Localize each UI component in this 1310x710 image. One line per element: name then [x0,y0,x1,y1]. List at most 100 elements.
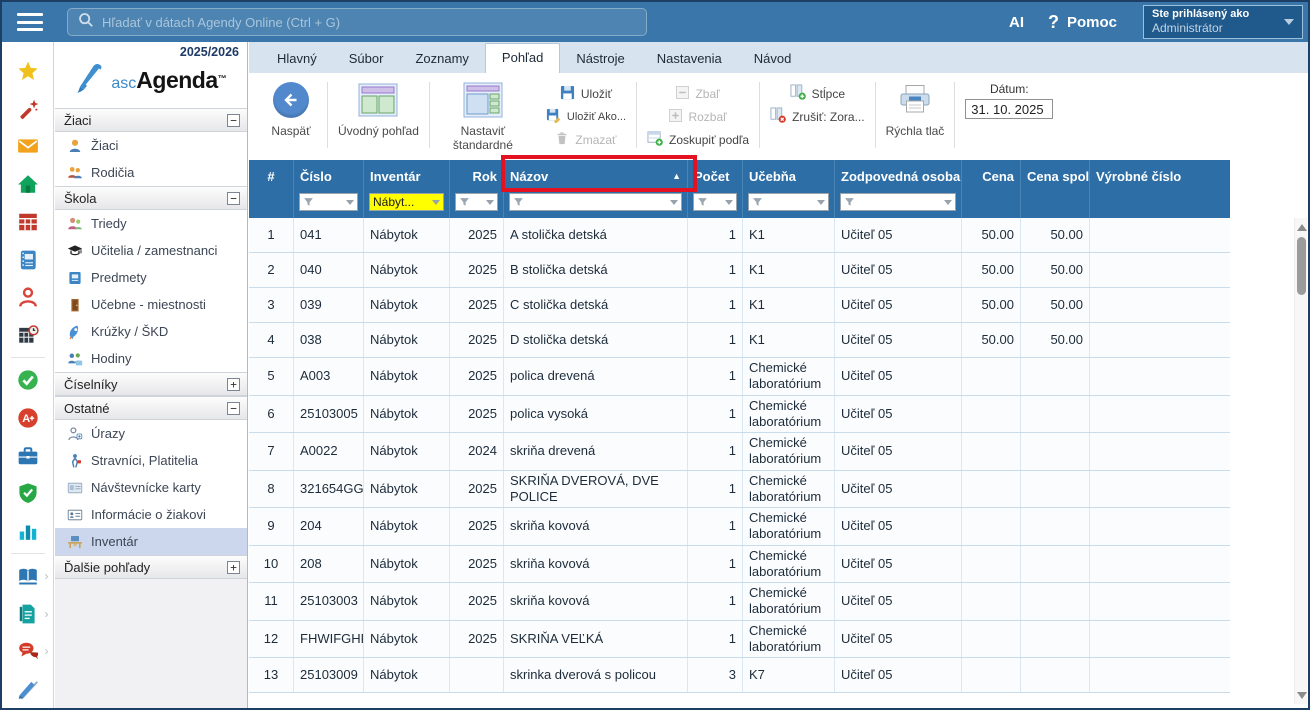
back-button[interactable]: Naspäť [255,76,327,160]
section-toggle-icon[interactable]: − [227,402,240,415]
sidebar-item-rodicia[interactable]: Rodičia [55,159,247,186]
column-header-cislo[interactable]: Číslo [294,160,364,192]
sidebar-section-ziaci[interactable]: Žiaci− [55,108,247,132]
column-header-cena[interactable]: Cena [962,160,1021,192]
tab-nastavenia[interactable]: Nastavenia [641,45,738,73]
tab-hlavny[interactable]: Hlavný [261,45,333,73]
save-button[interactable]: Uložiť [560,84,612,103]
home-icon[interactable] [17,165,39,203]
scrollbar-thumb[interactable] [1297,237,1306,295]
column-header-rok[interactable]: Rok [450,160,504,192]
table-row[interactable]: 2040Nábytok2025B stolička detská1K1Učite… [249,253,1230,288]
filter-ucebna[interactable] [748,193,829,211]
save-as-button[interactable]: Uložiť Ako... [546,107,626,126]
column-header-vyrobne-cislo[interactable]: Výrobné číslo [1090,160,1230,192]
library-icon[interactable]: › [17,557,39,595]
section-toggle-icon[interactable]: + [227,378,240,391]
filter-nazov[interactable] [509,193,682,211]
column-header-cena-spolu[interactable]: Cena spolu [1021,160,1090,192]
document-icon[interactable]: › [17,595,39,633]
shield-icon[interactable] [17,474,39,512]
check-circle-icon[interactable] [17,361,39,399]
sidebar-item-informacie-o-ziakovi[interactable]: Informácie o žiakovi [55,501,247,528]
row-number: 4 [249,323,294,357]
sidebar-section-skola[interactable]: Škola− [55,186,247,210]
group-by-button[interactable]: Zoskupiť podľa [647,130,749,149]
table-row[interactable]: 4038Nábytok2025D stolička detská1K1Učite… [249,323,1230,358]
user-menu[interactable]: Ste prihlásený ako Administrátor [1143,5,1303,39]
notebook-icon[interactable] [17,241,39,279]
filter-cislo[interactable] [299,193,358,211]
sidebar-item-kruzky-skd[interactable]: Krúžky / ŠKD [55,318,247,345]
columns-remove-icon [770,107,786,126]
sidebar-section-ostatne[interactable]: Ostatné− [55,396,247,420]
home-view-button[interactable]: Úvodný pohľad [328,76,429,160]
column-header-[interactable]: # [249,160,294,192]
tab-subor[interactable]: Súbor [333,45,400,73]
table-row[interactable]: 7A0022Nábytok2024skriňa drevená1Chemické… [249,433,1230,471]
wand-icon[interactable] [17,90,39,128]
vertical-scrollbar[interactable] [1294,218,1307,704]
ai-button[interactable]: AI [1009,14,1024,31]
chart-icon[interactable] [17,512,39,550]
person-icon[interactable] [17,279,39,317]
sidebar-item-stravnici-platitelia[interactable]: Stravníci, Platitelia [55,447,247,474]
table-row[interactable]: 8321654GGCNábytok2025SKRIŇA DVEROVÁ, DVE… [249,471,1230,509]
quick-print-button[interactable]: Rýchla tlač [876,76,955,160]
tab-navod[interactable]: Návod [738,45,808,73]
column-header-inventar[interactable]: Inventár [364,160,450,192]
date-input[interactable] [965,99,1053,119]
table-row[interactable]: 625103005Nábytok2025polica vysoká1Chemic… [249,396,1230,434]
briefcase-icon[interactable] [17,437,39,475]
sidebar-item-hodiny[interactable]: Hodiny [55,345,247,372]
cancel-sort-button[interactable]: Zrušiť: Zora... [770,107,865,126]
search-input[interactable] [102,15,636,30]
hamburger-menu-icon[interactable] [17,13,43,31]
sidebar-item-predmety[interactable]: Predmety [55,264,247,291]
section-toggle-icon[interactable]: − [227,192,240,205]
filter-inventar[interactable]: Nábyt... [369,193,444,211]
calendar-icon[interactable] [17,203,39,241]
column-header-ucebna[interactable]: Učebňa [743,160,835,192]
tab-zoznamy[interactable]: Zoznamy [399,45,484,73]
table-row[interactable]: 5A003Nábytok2025polica drevená1Chemické … [249,358,1230,396]
column-header-pocet[interactable]: Počet [688,160,743,192]
filter-rok[interactable] [455,193,498,211]
section-toggle-icon[interactable]: + [227,561,240,574]
table-row[interactable]: 12FHWIFGHFNábytok2025SKRIŇA VEĽKÁ1Chemic… [249,621,1230,659]
sidebar-item-navstevnicke-karty[interactable]: Návštevnícke karty [55,474,247,501]
tab-nastroje[interactable]: Nástroje [560,45,640,73]
table-row[interactable]: 1325103009Nábytokskrinka dverová s polic… [249,658,1230,693]
grade-icon[interactable]: A [17,399,39,437]
table-row[interactable]: 3039Nábytok2025C stolička detská1K1Učite… [249,288,1230,323]
set-standard-button[interactable]: Nastaviť štandardné [430,76,536,160]
sidebar-section-ciselniky[interactable]: Číselníky+ [55,372,247,396]
table-row[interactable]: 1125103003Nábytok2025skriňa kovová1Chemi… [249,583,1230,621]
section-toggle-icon[interactable]: − [227,114,240,127]
mail-icon[interactable] [17,128,39,166]
sidebar-item-triedy[interactable]: Triedy [55,210,247,237]
help-button[interactable]: ? Pomoc [1048,12,1117,33]
table-row[interactable]: 9204Nábytok2025skriňa kovová1Chemické la… [249,508,1230,546]
tab-pohlad[interactable]: Pohľad [485,43,560,73]
scroll-down-arrow[interactable] [1295,688,1308,702]
table-row[interactable]: 1041Nábytok2025A stolička detská1K1Učite… [249,218,1230,253]
sidebar-item-ucebne-miestnosti[interactable]: Učebne - miestnosti [55,291,247,318]
table-row[interactable]: 10208Nábytok2025skriňa kovová1Chemické l… [249,546,1230,584]
columns-button[interactable]: Stĺpce [790,84,845,103]
column-header-zodpovedna-osoba[interactable]: Zodpovedná osoba [835,160,962,192]
column-header-nazov[interactable]: Názov▲ [504,160,688,192]
sidebar-section-dalsie-pohlady[interactable]: Ďalšie pohľady+ [55,555,247,579]
chat-icon[interactable]: › [17,632,39,670]
star-icon[interactable] [17,52,39,90]
scroll-up-arrow[interactable] [1295,220,1308,234]
sidebar-item-ucitelia-zamestnanci[interactable]: Učitelia / zamestnanci [55,237,247,264]
sidebar-item-inventar[interactable]: Inventár [55,528,247,555]
schedule-icon[interactable] [17,316,39,354]
sidebar-item-urazy[interactable]: Úrazy [55,420,247,447]
filter-zodpovedna-osoba[interactable] [840,193,956,211]
pen-icon[interactable] [17,670,39,708]
sidebar-item-ziaci[interactable]: Žiaci [55,132,247,159]
global-search[interactable] [67,8,647,36]
filter-pocet[interactable] [693,193,737,211]
